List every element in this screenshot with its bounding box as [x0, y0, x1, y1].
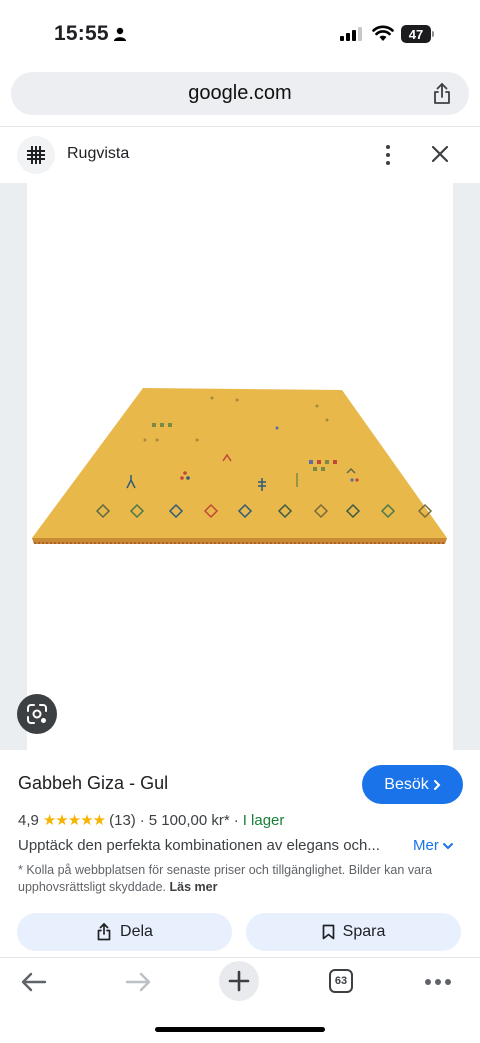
- divider: [0, 126, 480, 127]
- status-time: 15:55: [54, 22, 109, 45]
- address-bar[interactable]: google.com: [11, 72, 469, 115]
- site-name[interactable]: Rugvista: [67, 145, 129, 163]
- bookmark-icon: [322, 924, 334, 940]
- visit-button[interactable]: Besök: [362, 765, 463, 804]
- disclaimer-text: * Kolla på webbplatsen för senaste prise…: [18, 863, 433, 894]
- visit-label: Besök: [384, 775, 429, 793]
- product-title: Gabbeh Giza - Gul: [18, 773, 169, 793]
- share-icon: [97, 923, 111, 941]
- toolbar-divider: [0, 957, 480, 958]
- rating-line: 4,9 ★★★★★ (13) · 5 100,00 kr* · I lager: [18, 811, 285, 830]
- google-lens-icon[interactable]: [17, 694, 57, 734]
- availability: I lager: [242, 811, 285, 829]
- share-label: Dela: [120, 923, 153, 940]
- signal-icon: [340, 27, 362, 41]
- separator: ·: [233, 811, 239, 829]
- battery-icon: 47: [401, 25, 431, 43]
- star-rating-icon: ★★★★★: [42, 812, 106, 829]
- battery-tip: [432, 31, 434, 37]
- share-icon[interactable]: [431, 82, 453, 111]
- rug-image: [27, 383, 453, 558]
- person-icon: [114, 27, 126, 46]
- chevron-right-icon: [433, 779, 441, 790]
- forward-arrow-icon[interactable]: [124, 970, 152, 999]
- image-viewer[interactable]: [0, 183, 480, 750]
- more-button[interactable]: Mer: [413, 837, 454, 854]
- read-more-link[interactable]: Läs mer: [170, 880, 218, 894]
- close-icon[interactable]: [430, 144, 450, 169]
- separator: ·: [139, 811, 145, 829]
- more-options-icon[interactable]: [378, 143, 398, 167]
- product-description: Upptäck den perfekta kombinationen av el…: [18, 837, 380, 854]
- menu-icon[interactable]: [425, 979, 451, 985]
- save-button[interactable]: Spara: [246, 913, 461, 951]
- url-text: google.com: [188, 82, 292, 104]
- save-label: Spara: [342, 923, 386, 940]
- more-label: Mer: [413, 837, 439, 854]
- disclaimer: * Kolla på webbplatsen för senaste prise…: [18, 862, 464, 896]
- back-arrow-icon[interactable]: [20, 970, 48, 999]
- chevron-down-icon: [442, 842, 453, 849]
- new-tab-icon[interactable]: [219, 961, 259, 1001]
- share-button[interactable]: Dela: [17, 913, 232, 951]
- home-indicator: [155, 1027, 325, 1032]
- review-count: (13): [109, 811, 136, 829]
- price: 5 100,00 kr*: [148, 811, 230, 829]
- site-logo-icon[interactable]: [17, 136, 55, 174]
- rating-value: 4,9: [18, 811, 39, 829]
- wifi-icon: [372, 24, 394, 47]
- tab-switcher-icon[interactable]: 63: [329, 969, 353, 993]
